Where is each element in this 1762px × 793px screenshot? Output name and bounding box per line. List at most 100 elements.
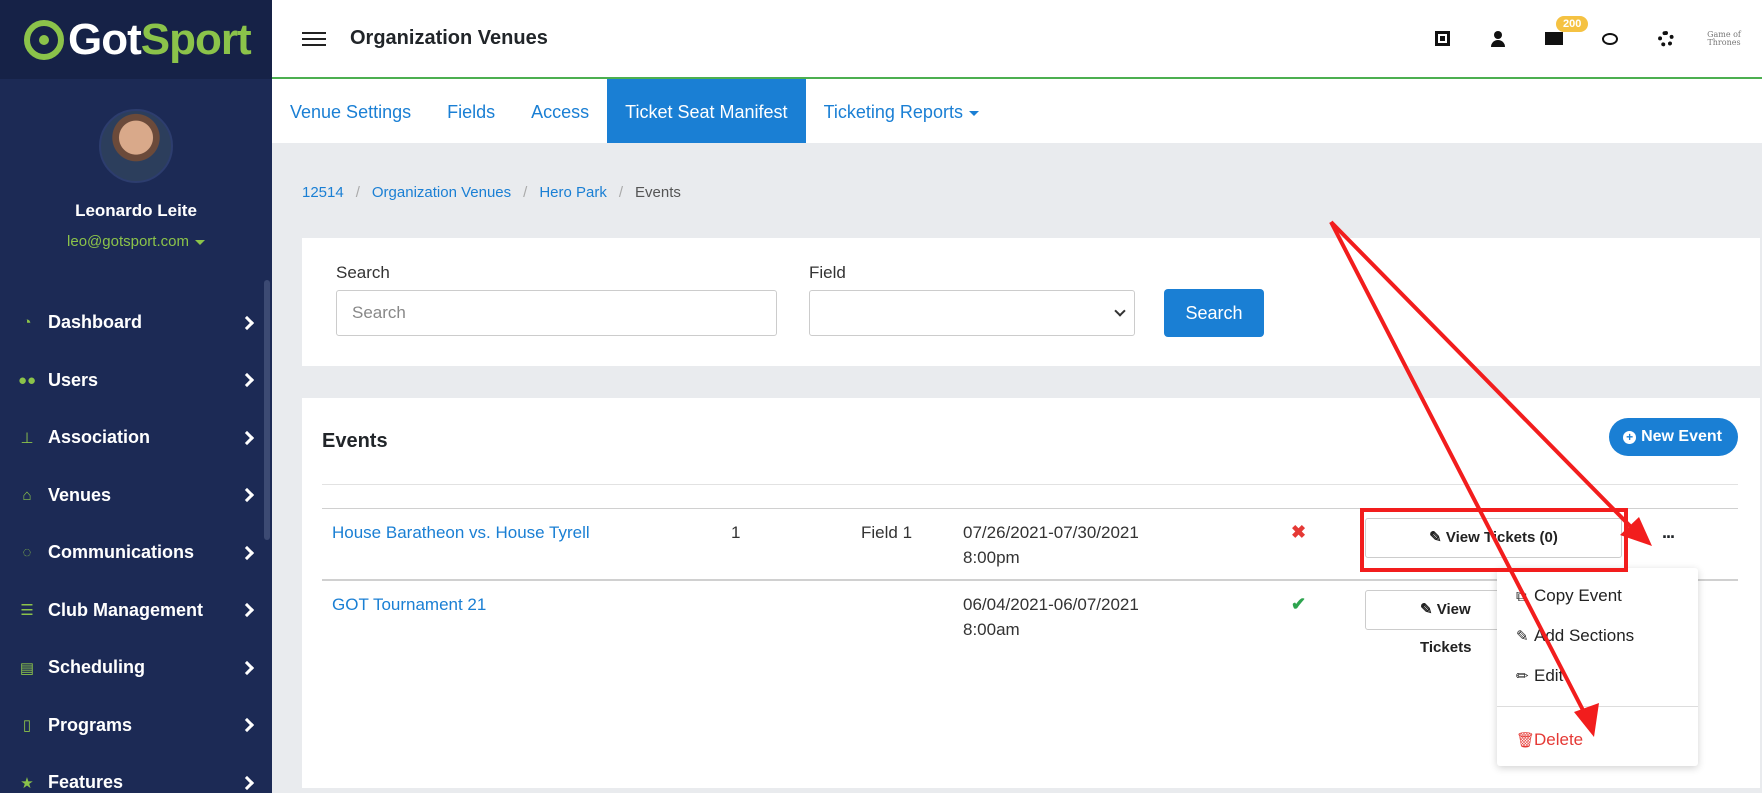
menu-item-label: Delete [1534, 730, 1584, 749]
messages-button[interactable]: 200 [1526, 16, 1589, 45]
sidebar-item-label: Scheduling [48, 657, 146, 678]
chevron-right-icon [239, 430, 255, 445]
event-dates: 07/26/2021-07/30/2021 8:00pm [963, 520, 1139, 570]
menu-item-label: Copy Event [1534, 586, 1622, 605]
header-actions: 200 Game of Thrones [1414, 0, 1762, 77]
chevron-right-icon [239, 488, 255, 503]
organization-logo[interactable]: Game of Thrones [1704, 30, 1744, 47]
settings-button[interactable] [1638, 30, 1694, 47]
list-icon: ☰ [20, 602, 34, 620]
brand-name-part2: Sport [140, 14, 252, 64]
sidebar-item-association[interactable]: ⊥ Association [0, 409, 272, 467]
chevron-right-icon [239, 315, 255, 330]
event-name-link[interactable]: GOT Tournament 21 [332, 592, 486, 617]
tab-ticket-seat-manifest[interactable]: Ticket Seat Manifest [607, 79, 806, 143]
sidebar-item-programs[interactable]: ▯ Programs [0, 697, 272, 755]
more-actions-button[interactable]: ... [1662, 522, 1675, 543]
profile-button[interactable] [1470, 30, 1526, 47]
sidebar-item-communications[interactable]: ◌ Communications [0, 524, 272, 582]
menu-item-add-sections[interactable]: ✎ Add Sections [1516, 626, 1634, 646]
plus-circle-icon: + [1623, 430, 1637, 444]
brand-logo[interactable]: GotSport [0, 0, 272, 79]
sidebar-item-venues[interactable]: ⌂ Venues [0, 467, 272, 525]
sidebar-item-club-management[interactable]: ☰ Club Management [0, 582, 272, 640]
sidebar-item-features[interactable]: ★ Features [0, 754, 272, 793]
menu-item-edit[interactable]: ✏ Edit [1516, 666, 1563, 686]
tab-venue-settings[interactable]: Venue Settings [272, 79, 429, 143]
sidebar-item-label: Venues [48, 484, 112, 505]
chevron-right-icon [239, 373, 255, 388]
breadcrumb-item[interactable]: 12514 [302, 184, 344, 201]
edit-icon: ✎ [1516, 628, 1529, 645]
user-profile: Leonardo Leite leo@gotsport.com [0, 79, 272, 250]
active-check-icon: ✔ [1291, 594, 1307, 614]
chevron-right-icon [239, 775, 255, 790]
tab-fields[interactable]: Fields [429, 79, 513, 143]
sidebar-item-label: Dashboard [48, 312, 143, 333]
breadcrumb-item[interactable]: Hero Park [539, 184, 607, 201]
chevron-right-icon [239, 603, 255, 618]
event-name-link[interactable]: House Baratheon vs. House Tyrell [332, 520, 590, 545]
caret-down-icon [194, 239, 205, 245]
brand-name-part1: Got [68, 14, 142, 64]
chat-icon [1602, 32, 1618, 45]
menu-item-delete[interactable]: 🗑Delete [1516, 730, 1583, 750]
qr-code-icon [1434, 31, 1450, 46]
profile-email: leo@gotsport.com [67, 233, 189, 250]
users-icon: ●● [17, 371, 37, 389]
breadcrumb-separator: / [523, 184, 528, 201]
profile-name: Leonardo Leite [75, 201, 197, 220]
page-title: Organization Venues [350, 27, 548, 49]
message-count-badge: 200 [1556, 16, 1589, 32]
chevron-right-icon [239, 718, 255, 733]
pencil-icon: ✏ [1516, 668, 1529, 685]
envelope-icon [1545, 32, 1563, 45]
sidebar-item-scheduling[interactable]: ▤ Scheduling [0, 639, 272, 697]
search-button[interactable]: Search [1164, 289, 1264, 337]
chevron-right-icon [239, 660, 255, 675]
ticket-icon: ✎ [1420, 601, 1437, 618]
hamburger-menu-icon[interactable] [302, 28, 326, 50]
event-dates: 06/04/2021-06/07/2021 8:00am [963, 592, 1139, 642]
ticket-icon: ✎ [1429, 529, 1446, 546]
home-icon: ⌂ [22, 486, 32, 504]
venue-tabs: Venue Settings Fields Access Ticket Seat… [272, 79, 1762, 143]
events-title: Events [322, 430, 388, 452]
tab-ticketing-reports[interactable]: Ticketing Reports [806, 79, 997, 143]
search-input[interactable] [336, 290, 777, 336]
sidebar-item-label: Features [48, 772, 124, 793]
tab-label: Ticketing Reports [823, 102, 963, 122]
qr-code-button[interactable] [1414, 31, 1470, 46]
profile-email-dropdown[interactable]: leo@gotsport.com [0, 233, 272, 250]
view-tickets-label: View Tickets (0) [1445, 529, 1558, 546]
event-actions-menu: ⧉ Copy Event ✎ Add Sections ✏ Edit 🗑Delete [1497, 568, 1698, 766]
star-icon: ★ [20, 774, 34, 792]
menu-item-label: Add Sections [1534, 626, 1635, 645]
search-label: Search [336, 263, 390, 282]
field-select[interactable] [809, 290, 1135, 336]
breadcrumb-item[interactable]: Organization Venues [372, 184, 511, 201]
sidebar-item-label: Club Management [48, 599, 204, 620]
calendar-icon: ▤ [19, 659, 35, 677]
sidebar-scrollbar[interactable] [264, 280, 270, 540]
sidebar-item-users[interactable]: ●● Users [0, 352, 272, 410]
trash-icon: 🗑 [1516, 732, 1536, 749]
sidebar-item-label: Association [48, 427, 151, 448]
sitemap-icon: ⊥ [20, 429, 34, 447]
tab-access[interactable]: Access [513, 79, 607, 143]
sidebar-item-label: Communications [48, 542, 195, 563]
breadcrumb: 12514 / Organization Venues / Hero Park … [302, 184, 681, 201]
chevron-down-icon [1114, 305, 1126, 317]
chat-button[interactable] [1582, 32, 1638, 45]
avatar [99, 109, 173, 183]
gotsport-logo-icon [24, 19, 64, 60]
sidebar-item-dashboard[interactable]: ◔ Dashboard [0, 294, 272, 352]
user-icon [1491, 30, 1505, 47]
inactive-x-icon: ✖ [1291, 522, 1307, 542]
new-event-button[interactable]: + New Event [1609, 418, 1738, 456]
breadcrumb-separator: / [355, 184, 360, 201]
menu-item-copy-event[interactable]: ⧉ Copy Event [1516, 586, 1622, 606]
view-tickets-button[interactable]: ✎ View Tickets (0) [1365, 518, 1622, 558]
event-field: Field 1 [861, 523, 913, 542]
gauge-icon: ◔ [22, 314, 32, 332]
